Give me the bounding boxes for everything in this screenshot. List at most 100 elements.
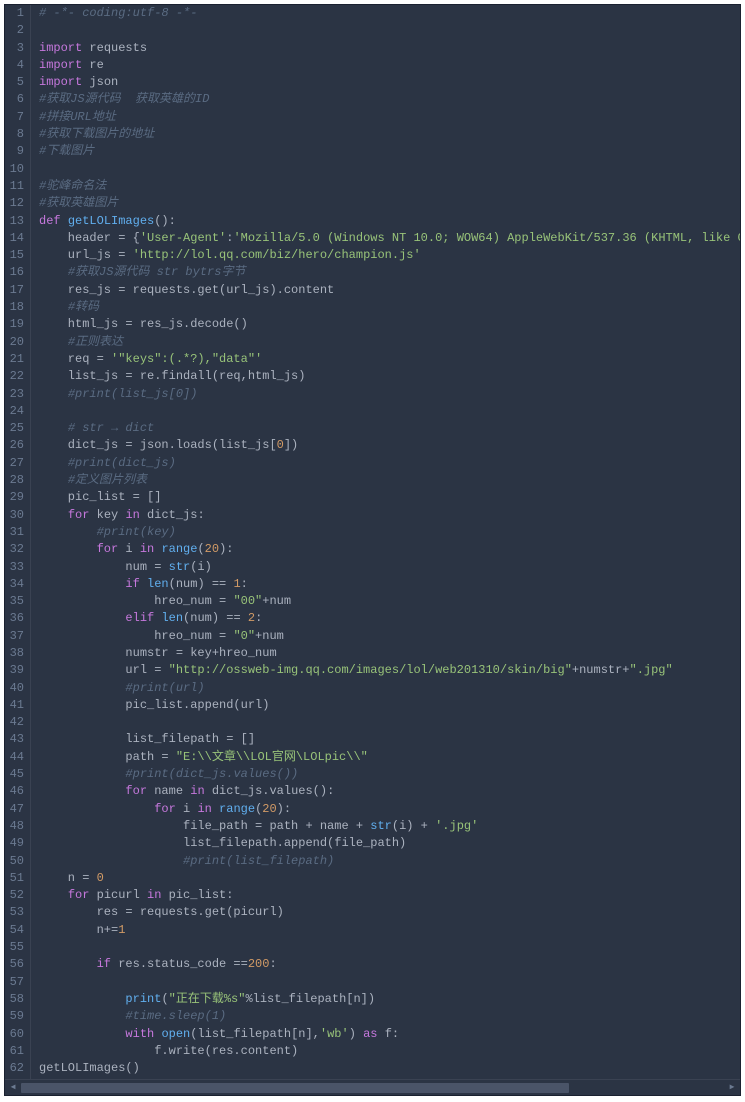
line-number: 44 xyxy=(5,749,24,766)
line-number: 31 xyxy=(5,524,24,541)
line-number-gutter: 1234567891011121314151617181920212223242… xyxy=(5,5,31,1079)
code-line[interactable]: with open(list_filepath[n],'wb') as f: xyxy=(39,1026,740,1043)
code-line[interactable]: if len(num) == 1: xyxy=(39,576,740,593)
code-line[interactable] xyxy=(39,22,740,39)
code-line[interactable]: for picurl in pic_list: xyxy=(39,887,740,904)
code-line[interactable]: #获取英雄图片 xyxy=(39,195,740,212)
line-number: 43 xyxy=(5,731,24,748)
line-number: 7 xyxy=(5,109,24,126)
code-line[interactable]: res_js = requests.get(url_js).content xyxy=(39,282,740,299)
line-number: 9 xyxy=(5,143,24,160)
code-line[interactable]: #print(list_filepath) xyxy=(39,853,740,870)
code-line[interactable]: #time.sleep(1) xyxy=(39,1008,740,1025)
line-number: 61 xyxy=(5,1043,24,1060)
line-number: 45 xyxy=(5,766,24,783)
code-line[interactable]: import re xyxy=(39,57,740,74)
code-line[interactable]: import requests xyxy=(39,40,740,57)
line-number: 60 xyxy=(5,1026,24,1043)
line-number: 11 xyxy=(5,178,24,195)
line-number: 8 xyxy=(5,126,24,143)
code-line[interactable] xyxy=(39,939,740,956)
code-line[interactable]: getLOLImages() xyxy=(39,1060,740,1077)
code-line[interactable]: #拼接URL地址 xyxy=(39,109,740,126)
code-line[interactable]: if res.status_code ==200: xyxy=(39,956,740,973)
code-line[interactable]: import json xyxy=(39,74,740,91)
code-line[interactable] xyxy=(39,161,740,178)
scroll-track[interactable] xyxy=(21,1083,724,1093)
code-line[interactable]: elif len(num) == 2: xyxy=(39,610,740,627)
code-line[interactable]: hreo_num = "00"+num xyxy=(39,593,740,610)
code-line[interactable]: res = requests.get(picurl) xyxy=(39,904,740,921)
code-line[interactable]: html_js = res_js.decode() xyxy=(39,316,740,333)
line-number: 18 xyxy=(5,299,24,316)
line-number: 42 xyxy=(5,714,24,731)
line-number: 59 xyxy=(5,1008,24,1025)
code-line[interactable]: list_filepath.append(file_path) xyxy=(39,835,740,852)
code-line[interactable]: list_filepath = [] xyxy=(39,731,740,748)
code-line[interactable]: for i in range(20): xyxy=(39,541,740,558)
code-line[interactable]: hreo_num = "0"+num xyxy=(39,628,740,645)
code-line[interactable]: #获取下载图片的地址 xyxy=(39,126,740,143)
code-line[interactable]: numstr = key+hreo_num xyxy=(39,645,740,662)
code-line[interactable]: path = "E:\\文章\\LOL官网\LOLpic\\" xyxy=(39,749,740,766)
horizontal-scrollbar[interactable]: ◀ ▶ xyxy=(5,1079,740,1095)
code-line[interactable] xyxy=(39,714,740,731)
code-line[interactable]: for key in dict_js: xyxy=(39,507,740,524)
scroll-left-icon[interactable]: ◀ xyxy=(5,1080,21,1096)
code-line[interactable]: #转码 xyxy=(39,299,740,316)
line-number: 49 xyxy=(5,835,24,852)
code-line[interactable]: #定义图片列表 xyxy=(39,472,740,489)
line-number: 52 xyxy=(5,887,24,904)
code-line[interactable]: def getLOLImages(): xyxy=(39,213,740,230)
code-line[interactable]: n = 0 xyxy=(39,870,740,887)
line-number: 54 xyxy=(5,922,24,939)
code-line[interactable]: pic_list.append(url) xyxy=(39,697,740,714)
code-line[interactable] xyxy=(39,974,740,991)
code-line[interactable]: #print(dict_js.values()) xyxy=(39,766,740,783)
line-number: 12 xyxy=(5,195,24,212)
code-line[interactable]: req = '"keys":(.*?),"data"' xyxy=(39,351,740,368)
line-number: 41 xyxy=(5,697,24,714)
code-content[interactable]: # -*- coding:utf-8 -*-import requestsimp… xyxy=(31,5,740,1079)
line-number: 4 xyxy=(5,57,24,74)
line-number: 26 xyxy=(5,437,24,454)
line-number: 1 xyxy=(5,5,24,22)
code-line[interactable]: #获取JS源代码 str bytrs字节 xyxy=(39,264,740,281)
code-line[interactable]: header = {'User-Agent':'Mozilla/5.0 (Win… xyxy=(39,230,740,247)
line-number: 5 xyxy=(5,74,24,91)
code-line[interactable]: #print(list_js[0]) xyxy=(39,386,740,403)
code-line[interactable]: for name in dict_js.values(): xyxy=(39,783,740,800)
code-line[interactable]: # -*- coding:utf-8 -*- xyxy=(39,5,740,22)
code-line[interactable]: #print(url) xyxy=(39,680,740,697)
code-line[interactable]: #下载图片 xyxy=(39,143,740,160)
code-line[interactable]: #获取JS源代码 获取英雄的ID xyxy=(39,91,740,108)
code-line[interactable]: #驼峰命名法 xyxy=(39,178,740,195)
line-number: 37 xyxy=(5,628,24,645)
code-line[interactable]: num = str(i) xyxy=(39,559,740,576)
code-line[interactable]: #正则表达 xyxy=(39,334,740,351)
code-line[interactable]: dict_js = json.loads(list_js[0]) xyxy=(39,437,740,454)
scroll-thumb[interactable] xyxy=(21,1083,569,1093)
code-line[interactable]: print("正在下载%s"%list_filepath[n]) xyxy=(39,991,740,1008)
code-area[interactable]: 1234567891011121314151617181920212223242… xyxy=(5,5,740,1079)
code-line[interactable]: #print(key) xyxy=(39,524,740,541)
line-number: 39 xyxy=(5,662,24,679)
line-number: 48 xyxy=(5,818,24,835)
code-line[interactable]: list_js = re.findall(req,html_js) xyxy=(39,368,740,385)
line-number: 33 xyxy=(5,559,24,576)
code-line[interactable]: pic_list = [] xyxy=(39,489,740,506)
code-line[interactable]: #print(dict_js) xyxy=(39,455,740,472)
code-line[interactable]: url_js = 'http://lol.qq.com/biz/hero/cha… xyxy=(39,247,740,264)
code-line[interactable]: f.write(res.content) xyxy=(39,1043,740,1060)
scroll-right-icon[interactable]: ▶ xyxy=(724,1080,740,1096)
line-number: 19 xyxy=(5,316,24,333)
code-line[interactable] xyxy=(39,403,740,420)
code-line[interactable]: url = "http://ossweb-img.qq.com/images/l… xyxy=(39,662,740,679)
code-line[interactable]: for i in range(20): xyxy=(39,801,740,818)
code-line[interactable]: file_path = path + name + str(i) + '.jpg… xyxy=(39,818,740,835)
code-line[interactable]: # str → dict xyxy=(39,420,740,437)
line-number: 24 xyxy=(5,403,24,420)
line-number: 22 xyxy=(5,368,24,385)
code-line[interactable]: n+=1 xyxy=(39,922,740,939)
line-number: 15 xyxy=(5,247,24,264)
